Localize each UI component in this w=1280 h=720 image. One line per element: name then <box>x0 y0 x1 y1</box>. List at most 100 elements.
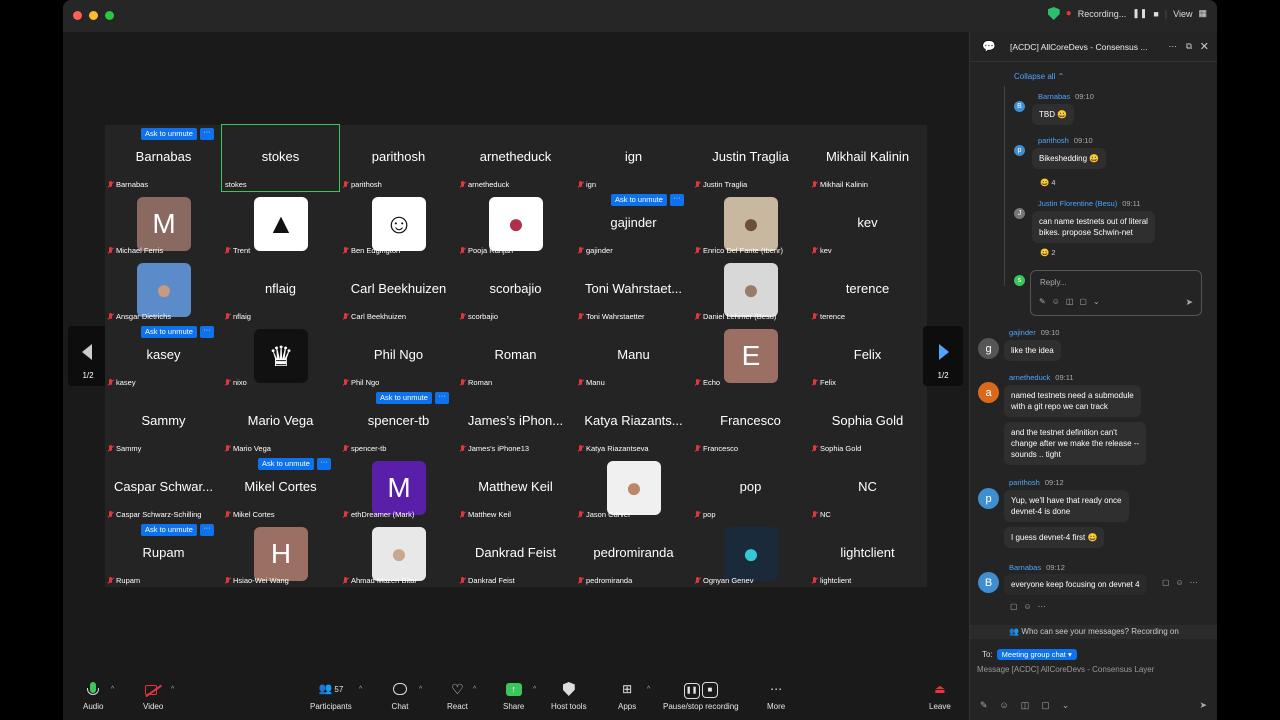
participant-tile[interactable]: ign ign <box>575 125 692 191</box>
next-page-button[interactable]: 1/2 <box>923 326 963 386</box>
participant-tile[interactable]: ● Ansgar Dietrichs <box>105 257 222 323</box>
participant-tile[interactable]: ♛ nixo <box>222 323 339 389</box>
participant-tile[interactable]: ● Pooja Ranjan <box>457 191 574 257</box>
participant-tile[interactable]: Katya Riazants... Katya Riazantseva <box>575 389 692 455</box>
participant-tile[interactable]: Ask to unmute ··· spencer-tb spencer-tb <box>340 389 457 455</box>
close-window-button[interactable] <box>73 11 82 20</box>
apps-caret[interactable]: ^ <box>647 686 650 693</box>
participant-tile[interactable]: Manu Manu <box>575 323 692 389</box>
zoom-window-button[interactable] <box>105 11 114 20</box>
participant-tile[interactable]: Carl Beekhuizen Carl Beekhuizen <box>340 257 457 323</box>
pause-stop-recording-button[interactable]: ❚❚ ■ Pause/stop recording <box>663 682 739 711</box>
message-input[interactable]: Message [ACDC] AllCoreDevs - Consensus L… <box>977 665 1154 674</box>
participant-tile[interactable]: ● Ognyan Genev <box>692 521 809 587</box>
react-caret[interactable]: ^ <box>473 686 476 693</box>
chat-button[interactable]: Chat <box>391 682 409 711</box>
participant-tile[interactable]: Roman Roman <box>457 323 574 389</box>
participant-tile[interactable]: Justin Traglia Justin Traglia <box>692 125 809 191</box>
participant-tile[interactable]: Sammy Sammy <box>105 389 222 455</box>
participant-tile[interactable]: Ask to unmute ··· Mikel Cortes Mikel Cortes <box>222 455 339 521</box>
ask-to-unmute-button[interactable]: Ask to unmute <box>141 128 197 140</box>
chat-caret[interactable]: ^ <box>419 686 422 693</box>
participant-tile[interactable]: arnetheduck arnetheduck <box>457 125 574 191</box>
close-icon[interactable]: ✕ <box>1200 40 1209 53</box>
participant-tile[interactable]: pop pop <box>692 455 809 521</box>
participant-tile[interactable]: Mario Vega Mario Vega <box>222 389 339 455</box>
more-options-button[interactable]: ··· <box>199 326 214 338</box>
participant-tile[interactable]: ● Ahmad Mazen Bitar <box>340 521 457 587</box>
reply-format-icons[interactable]: ✎☺◫▢⌄ <box>1039 297 1106 306</box>
share-caret[interactable]: ^ <box>533 686 536 693</box>
participant-tile[interactable]: lightclient lightclient <box>809 521 926 587</box>
participant-tile[interactable]: James’s iPhon... James's iPhone13 <box>457 389 574 455</box>
participant-tile[interactable]: Ask to unmute ··· Barnabas Barnabas <box>105 125 222 191</box>
participant-tile[interactable]: Ask to unmute ··· gajinder gajinder <box>575 191 692 257</box>
participant-tile[interactable]: Felix Felix <box>809 323 926 389</box>
view-button[interactable]: View <box>1173 9 1192 19</box>
leave-button[interactable]: ⏏ Leave <box>929 682 951 711</box>
participant-tile[interactable]: parithosh parithosh <box>340 125 457 191</box>
participant-tile[interactable]: ▲ Trent <box>222 191 339 257</box>
participant-tile[interactable]: scorbajio scorbajio <box>457 257 574 323</box>
participant-tile[interactable]: Dankrad Feist Dankrad Feist <box>457 521 574 587</box>
message-actions[interactable]: ▢☺⋯ <box>1162 578 1204 587</box>
participant-tile[interactable]: stokes stokes <box>221 124 340 192</box>
audio-options-caret[interactable]: ^ <box>111 686 114 693</box>
popout-icon[interactable]: ⧉ <box>1186 41 1192 52</box>
more-options-button[interactable]: ··· <box>316 458 331 470</box>
participant-tile[interactable]: NC NC <box>809 455 926 521</box>
apps-button[interactable]: ⊞ Apps <box>618 682 636 711</box>
participant-tile[interactable]: ● Daniel Lehrner (Besu) <box>692 257 809 323</box>
participant-tile[interactable]: nflaig nflaig <box>222 257 339 323</box>
composer-icons[interactable]: ✎☺◫▢⌄ <box>980 700 1081 711</box>
pause-recording-icon[interactable]: ❚❚ <box>1132 8 1147 19</box>
ask-to-unmute-button[interactable]: Ask to unmute <box>258 458 314 470</box>
participant-tile[interactable]: E Echo <box>692 323 809 389</box>
participants-caret[interactable]: ^ <box>359 686 362 693</box>
minimize-window-button[interactable] <box>89 11 98 20</box>
message-reaction-icons[interactable]: ▢☺⋯ <box>1010 602 1052 611</box>
ask-to-unmute-button[interactable]: Ask to unmute <box>376 392 432 404</box>
share-button[interactable]: ↑ Share <box>503 682 524 711</box>
participant-tile[interactable]: Matthew Keil Matthew Keil <box>457 455 574 521</box>
prev-page-button[interactable]: 1/2 <box>68 326 108 386</box>
participant-tile[interactable]: Mikhail Kalinin Mikhail Kalinin <box>809 125 926 191</box>
participant-tile[interactable]: Ask to unmute ··· kasey kasey <box>105 323 222 389</box>
participant-tile[interactable]: ☺ Ben Edgington <box>340 191 457 257</box>
more-options-button[interactable]: ··· <box>434 392 449 404</box>
participant-tile[interactable]: Phil Ngo Phil Ngo <box>340 323 457 389</box>
send-icon[interactable]: ➤ <box>1185 297 1193 308</box>
video-button[interactable]: Video <box>143 682 163 711</box>
video-options-caret[interactable]: ^ <box>171 686 174 693</box>
participant-tile[interactable]: Toni Wahrstaet... Toni Wahrstaetter <box>575 257 692 323</box>
more-button[interactable]: ⋯ More <box>767 682 785 711</box>
participant-tile[interactable]: terence terence <box>809 257 926 323</box>
host-tools-button[interactable]: Host tools <box>551 682 587 711</box>
participant-tile[interactable]: M Michael Ferris <box>105 191 222 257</box>
participant-tile[interactable]: ● Enrico Del Fante (tbenr) <box>692 191 809 257</box>
stop-recording-icon[interactable]: ■ <box>1153 9 1158 19</box>
audio-button[interactable]: Audio <box>83 682 103 711</box>
reply-input[interactable]: Reply... ✎☺◫▢⌄ ➤ <box>1030 270 1202 316</box>
grid-icon[interactable]: ▦ <box>1198 8 1207 19</box>
participant-tile[interactable]: kev kev <box>809 191 926 257</box>
participant-tile[interactable]: Francesco Francesco <box>692 389 809 455</box>
ask-to-unmute-button[interactable]: Ask to unmute <box>141 524 197 536</box>
collapse-all-button[interactable]: Collapse all ⌃ <box>1014 72 1064 81</box>
participants-button[interactable]: 👥 57 Participants <box>310 682 352 711</box>
participant-tile[interactable]: MethDreamer (Mark) <box>340 455 457 521</box>
participant-tile[interactable]: H Hsiao-Wei Wang <box>222 521 339 587</box>
more-icon[interactable]: ⋯ <box>1169 41 1178 52</box>
more-options-button[interactable]: ··· <box>669 194 684 206</box>
react-button[interactable]: ♡ React <box>447 682 468 711</box>
ask-to-unmute-button[interactable]: Ask to unmute <box>611 194 667 206</box>
recipient-dropdown[interactable]: Meeting group chat ▾ <box>996 649 1077 660</box>
participant-tile[interactable]: pedromiranda pedromiranda <box>575 521 692 587</box>
send-icon[interactable]: ➤ <box>1199 700 1207 711</box>
more-options-button[interactable]: ··· <box>199 128 214 140</box>
participant-tile[interactable]: Ask to unmute ··· Rupam Rupam <box>105 521 222 587</box>
ask-to-unmute-button[interactable]: Ask to unmute <box>141 326 197 338</box>
participant-tile[interactable]: ● Jason Carver <box>575 455 692 521</box>
participant-tile[interactable]: Caspar Schwar... Caspar Schwarz-Schilling <box>105 455 222 521</box>
participant-tile[interactable]: Sophia Gold Sophia Gold <box>809 389 926 455</box>
